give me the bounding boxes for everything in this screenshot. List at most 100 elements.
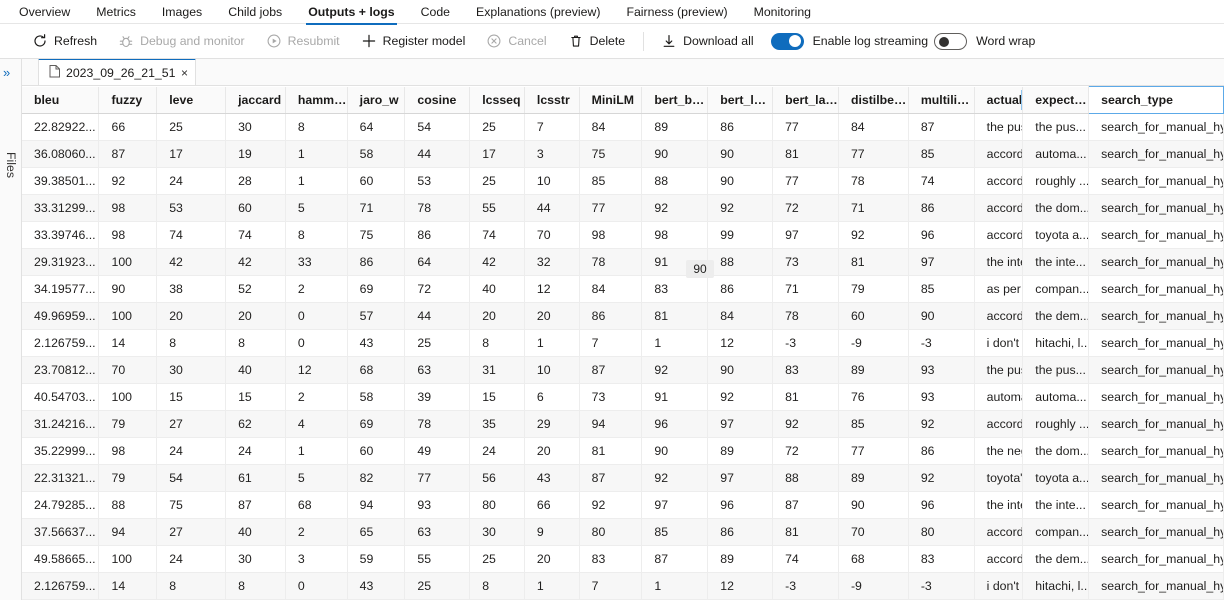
table-cell[interactable]: 82	[347, 464, 406, 492]
table-cell[interactable]: 85	[908, 140, 975, 168]
table-cell[interactable]: 25	[469, 545, 525, 573]
table-cell[interactable]: 43	[347, 329, 406, 357]
table-cell[interactable]: 58	[347, 383, 406, 411]
table-cell[interactable]: 73	[772, 248, 839, 276]
table-cell[interactable]: 44	[524, 194, 580, 222]
table-cell[interactable]: 32	[524, 248, 580, 276]
table-cell[interactable]: the pus...	[974, 356, 1024, 384]
table-cell[interactable]: 12	[285, 356, 348, 384]
table-cell[interactable]: 80	[469, 491, 525, 519]
table-cell[interactable]: search_for_manual_hybrid	[1088, 140, 1224, 168]
table-cell[interactable]: 5	[285, 194, 348, 222]
word-wrap-toggle[interactable]	[934, 32, 968, 50]
table-cell[interactable]: as per t...	[974, 275, 1024, 303]
table-cell[interactable]: 77	[772, 167, 839, 195]
table-cell[interactable]: 72	[404, 275, 471, 303]
nav-tab-fairness-preview[interactable]: Fairness (preview)	[613, 0, 740, 24]
table-cell[interactable]: 90	[641, 140, 709, 168]
column-header-cosine[interactable]: cosine	[404, 86, 471, 114]
table-cell[interactable]: 44	[404, 140, 471, 168]
table-cell[interactable]: 80	[579, 518, 643, 546]
table-cell[interactable]: 44	[404, 302, 471, 330]
enable-log-streaming-toggle[interactable]	[770, 32, 804, 50]
download-all-button[interactable]: Download all	[651, 27, 764, 56]
table-cell[interactable]: 31.24216...	[22, 410, 100, 438]
table-cell[interactable]: 60	[347, 437, 406, 465]
table-cell[interactable]: automa...	[1022, 383, 1090, 411]
table-cell[interactable]: 2	[285, 275, 348, 303]
nav-tab-images[interactable]: Images	[149, 0, 215, 24]
table-cell[interactable]: 97	[707, 410, 774, 438]
table-cell[interactable]: 25	[469, 167, 525, 195]
column-header-expected[interactable]: expected	[1022, 86, 1090, 114]
table-cell[interactable]: 12	[707, 329, 774, 357]
column-header-bleu[interactable]: bleu	[22, 86, 100, 114]
table-cell[interactable]: search_for_manual_hybrid	[1088, 275, 1224, 303]
table-cell[interactable]: 25	[156, 113, 227, 141]
table-cell[interactable]: 2.126759...	[22, 329, 100, 357]
table-cell[interactable]: 2	[285, 518, 348, 546]
table-cell[interactable]: 49	[404, 437, 471, 465]
table-cell[interactable]: the inte...	[974, 248, 1024, 276]
table-cell[interactable]: accordin...	[974, 545, 1024, 573]
table-cell[interactable]: 49.58665...	[22, 545, 100, 573]
table-cell[interactable]: 39.38501...	[22, 167, 100, 195]
table-cell[interactable]: 94	[98, 518, 158, 546]
table-cell[interactable]: 10	[524, 356, 580, 384]
table-cell[interactable]: the pus...	[1022, 113, 1090, 141]
column-header-leve[interactable]: leve	[156, 86, 227, 114]
table-row[interactable]: 31.24216... 79 27 62 4 69 78 35 29 94 96 97 92 85 92 ac…	[22, 410, 1224, 438]
nav-tab-metrics[interactable]: Metrics	[83, 0, 149, 24]
table-cell[interactable]: 24	[225, 437, 286, 465]
table-cell[interactable]: 83	[579, 545, 643, 573]
table-cell[interactable]: 20	[524, 302, 580, 330]
table-cell[interactable]: 100	[98, 383, 158, 411]
table-cell[interactable]: 92	[579, 491, 643, 519]
table-cell[interactable]: 74	[469, 221, 525, 249]
table-cell[interactable]: 68	[838, 545, 909, 573]
table-cell[interactable]: 100	[98, 545, 158, 573]
table-cell[interactable]: 0	[285, 329, 348, 357]
table-cell[interactable]: 89	[707, 545, 774, 573]
table-cell[interactable]: 98	[98, 437, 158, 465]
table-cell[interactable]: 100	[98, 248, 158, 276]
table-cell[interactable]: 8	[469, 329, 525, 357]
table-cell[interactable]: 60	[225, 194, 286, 222]
table-cell[interactable]: 28	[225, 167, 286, 195]
table-cell[interactable]: 29.31923...	[22, 248, 100, 276]
table-cell[interactable]: 77	[838, 437, 909, 465]
table-cell[interactable]: 73	[579, 383, 643, 411]
table-row[interactable]: 33.39746... 98 74 74 8 75 86 74 70 98 98 99 97 92 96 ac…	[22, 221, 1224, 249]
table-cell[interactable]: 93	[908, 383, 975, 411]
table-cell[interactable]: 33	[285, 248, 348, 276]
table-cell[interactable]: 30	[225, 545, 286, 573]
table-cell[interactable]: 88	[707, 248, 774, 276]
table-cell[interactable]: 8	[285, 113, 348, 141]
table-cell[interactable]: 24	[156, 167, 227, 195]
table-cell[interactable]: 43	[347, 572, 406, 600]
table-row[interactable]: 36.08060... 87 17 19 1 58 44 17 3 75 90 90 81 77 85 acc…	[22, 140, 1224, 168]
table-cell[interactable]: 86	[579, 302, 643, 330]
table-cell[interactable]: toyota's ...	[974, 464, 1024, 492]
table-row[interactable]: 34.19577... 90 38 52 2 69 72 40 12 84 83 86 71 79 85 as…	[22, 275, 1224, 303]
table-cell[interactable]: search_for_manual_hybrid	[1088, 221, 1224, 249]
table-cell[interactable]: 8	[285, 221, 348, 249]
table-cell[interactable]: accordin...	[974, 410, 1024, 438]
table-cell[interactable]: 40.54703...	[22, 383, 100, 411]
table-cell[interactable]: 86	[404, 221, 471, 249]
table-cell[interactable]: hitachi, l...	[1022, 572, 1090, 600]
table-cell[interactable]: 90	[707, 167, 774, 195]
table-cell[interactable]: 84	[579, 113, 643, 141]
table-cell[interactable]: the dem...	[1022, 545, 1090, 573]
table-cell[interactable]: 92	[908, 410, 975, 438]
column-header-jaccard[interactable]: jaccard	[225, 86, 286, 114]
table-cell[interactable]: 29	[524, 410, 580, 438]
table-cell[interactable]: 80	[908, 518, 975, 546]
table-cell[interactable]: search_for_manual_hybrid	[1088, 464, 1224, 492]
table-cell[interactable]: 85	[579, 167, 643, 195]
table-cell[interactable]: 85	[641, 518, 709, 546]
table-cell[interactable]: 84	[838, 113, 909, 141]
table-cell[interactable]: 8	[225, 329, 286, 357]
table-row[interactable]: 23.70812... 70 30 40 12 68 63 31 10 87 92 90 83 89 93 t…	[22, 356, 1224, 384]
table-cell[interactable]: 92	[707, 383, 774, 411]
